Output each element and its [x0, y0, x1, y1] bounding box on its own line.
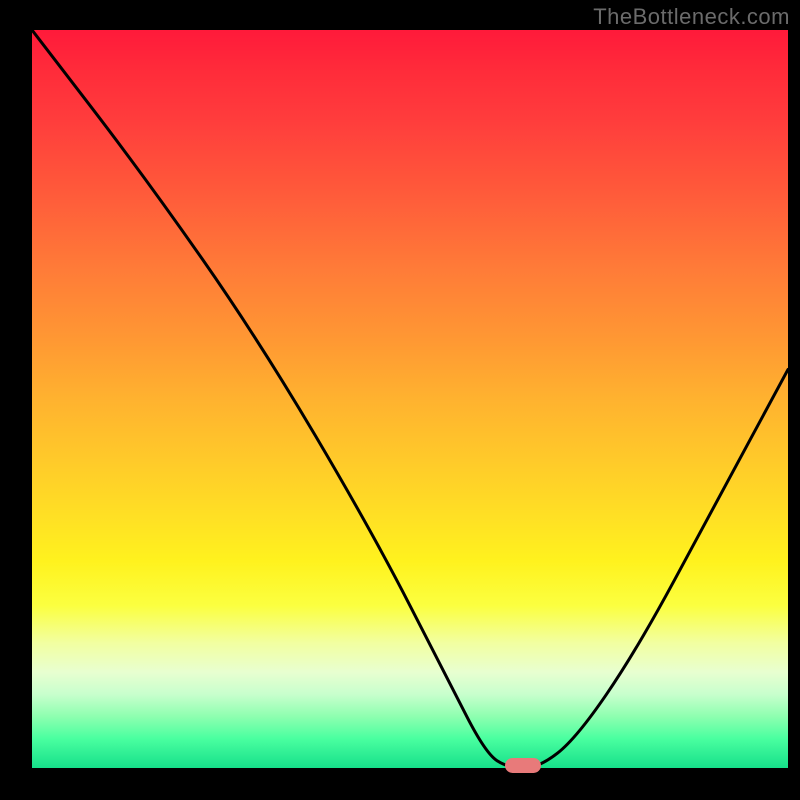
curve-svg: [32, 30, 788, 768]
watermark-text: TheBottleneck.com: [593, 4, 790, 30]
bottleneck-curve-path: [32, 30, 788, 768]
plot-area: [32, 30, 788, 768]
chart-frame: TheBottleneck.com: [0, 0, 800, 800]
optimal-marker: [505, 758, 541, 773]
